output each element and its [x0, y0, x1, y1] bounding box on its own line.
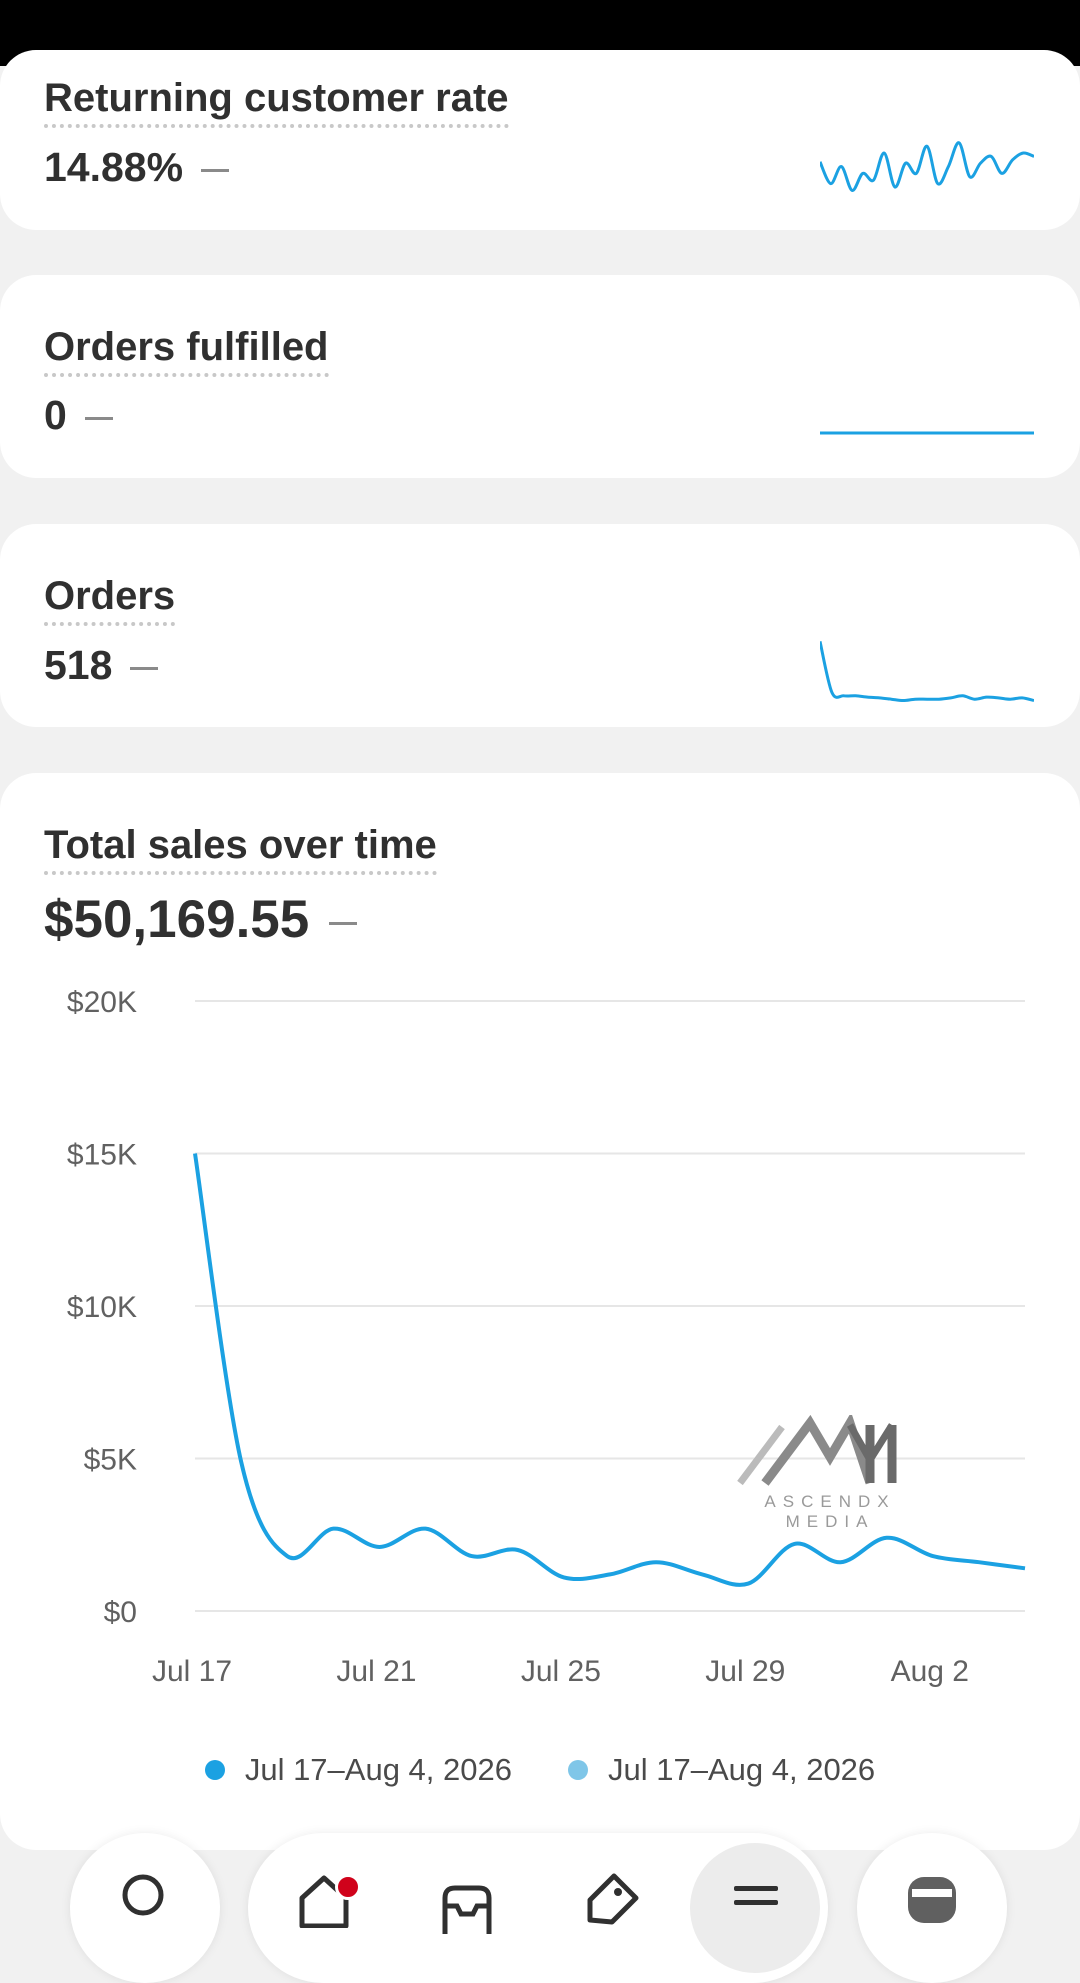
chart-legend: Jul 17–Aug 4, 2026 Jul 17–Aug 4, 2026 [0, 1752, 1080, 1788]
legend-item[interactable]: Jul 17–Aug 4, 2026 [204, 1752, 512, 1788]
watermark-text: ASCENDX MEDIA [764, 1492, 896, 1531]
x-tick-label: Jul 25 [521, 1655, 601, 1688]
search-icon [122, 1874, 164, 1916]
y-tick-label: $15K [67, 1139, 137, 1172]
tag-icon[interactable] [580, 1870, 640, 1930]
y-tick-label: $10K [67, 1291, 137, 1324]
x-tick-label: Aug 2 [891, 1655, 969, 1688]
x-tick-label: Jul 17 [152, 1655, 232, 1688]
y-tick-label: $20K [67, 986, 137, 1019]
legend-dot-icon [568, 1760, 588, 1780]
y-tick-label: $0 [104, 1596, 137, 1629]
nav-search-button[interactable] [70, 1833, 220, 1983]
avatar-icon [908, 1877, 956, 1923]
x-tick-label: Jul 21 [336, 1655, 416, 1688]
legend-item[interactable]: Jul 17–Aug 4, 2026 [568, 1752, 875, 1788]
notification-badge [335, 1874, 361, 1900]
legend-label: Jul 17–Aug 4, 2026 [608, 1752, 876, 1787]
legend-label: Jul 17–Aug 4, 2026 [244, 1752, 512, 1787]
legend-dot-icon [204, 1760, 225, 1780]
menu-icon[interactable] [726, 1880, 786, 1940]
inbox-icon[interactable] [437, 1876, 497, 1936]
y-tick-label: $5K [84, 1444, 137, 1477]
x-tick-label: Jul 29 [705, 1655, 785, 1688]
nav-store-button[interactable] [857, 1833, 1007, 1983]
